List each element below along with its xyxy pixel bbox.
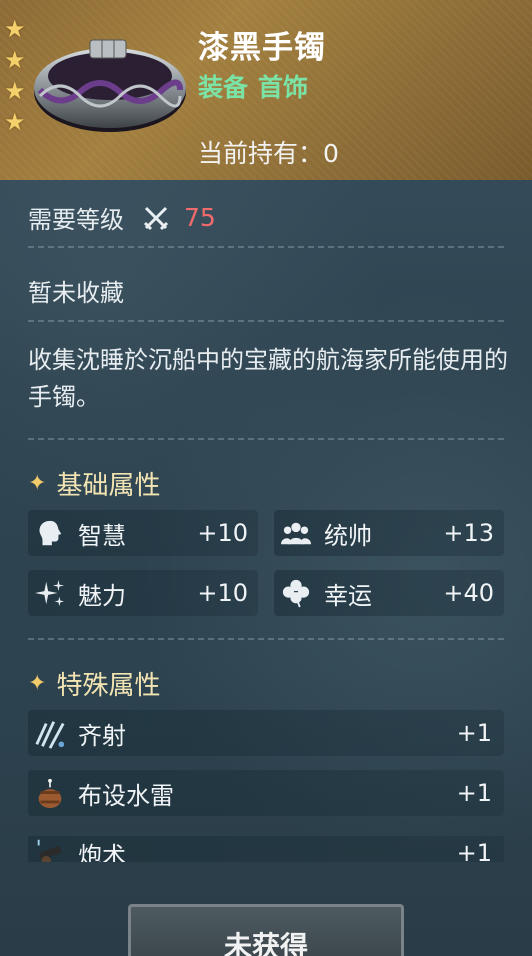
holding-count: 当前持有：0 xyxy=(198,134,339,170)
divider xyxy=(28,320,504,322)
item-category: 装备 首饰 xyxy=(198,68,318,104)
special-volley: 齐射 +1 xyxy=(28,710,504,756)
item-name: 漆黑手镯 xyxy=(198,30,326,66)
sparkle-icon: ✦ xyxy=(28,671,47,696)
required-level-row: 需要等级 75 xyxy=(28,200,216,235)
divider xyxy=(28,246,504,248)
collection-status: 暂未收藏 xyxy=(28,279,124,307)
crossed-swords-icon xyxy=(143,206,169,230)
mind-icon xyxy=(34,517,66,549)
sparkle-icon: ✦ xyxy=(28,471,47,496)
holding-value: 0 xyxy=(323,139,339,168)
holding-label: 当前持有： xyxy=(198,139,324,168)
item-header: ★ ★ ★ ★ 漆黑手镯 装备 首饰 当前持有：0 xyxy=(0,0,532,180)
stat-value: +10 xyxy=(197,519,248,547)
mine-barrel-icon xyxy=(32,775,68,811)
divider xyxy=(28,438,504,440)
stat-luck: 幸运 +40 xyxy=(274,570,504,616)
special-label: 炮术 xyxy=(78,841,126,863)
stat-wisdom: 智慧 +10 xyxy=(28,510,258,556)
special-value: +1 xyxy=(456,719,492,747)
special-label: 布设水雷 xyxy=(78,781,174,810)
base-attributes-label: 基础属性 xyxy=(56,471,161,501)
stat-label: 幸运 xyxy=(324,581,372,610)
required-level-value: 75 xyxy=(184,203,216,232)
category-subtype: 首饰 xyxy=(258,73,309,102)
stat-label: 智慧 xyxy=(78,521,126,550)
item-description: 收集沈睡於沉船中的宝藏的航海家所能使用的手镯。 xyxy=(28,346,508,411)
divider xyxy=(28,638,504,640)
special-gunnery: 炮术 +1 xyxy=(28,836,504,862)
special-value: +1 xyxy=(456,839,492,862)
special-value: +1 xyxy=(456,779,492,807)
scroll-clip: 炮术 +1 xyxy=(0,836,532,862)
stat-value: +13 xyxy=(443,519,494,547)
group-icon xyxy=(280,517,312,549)
sparkle-icon xyxy=(34,577,66,609)
volley-icon xyxy=(32,715,68,751)
clover-icon xyxy=(280,577,312,609)
special-label: 齐射 xyxy=(78,721,126,750)
stat-leadership: 统帅 +13 xyxy=(274,510,504,556)
stat-charm: 魅力 +10 xyxy=(28,570,258,616)
stat-label: 统帅 xyxy=(324,521,372,550)
stat-value: +40 xyxy=(443,579,494,607)
special-attributes-label: 特殊属性 xyxy=(56,671,161,701)
cannon-icon xyxy=(32,836,68,862)
required-level-label: 需要等级 xyxy=(28,206,124,234)
bracelet-image xyxy=(34,39,186,132)
special-attributes-title: ✦ 特殊属性 xyxy=(28,665,160,702)
special-lay-mines: 布设水雷 +1 xyxy=(28,770,504,816)
stat-label: 魅力 xyxy=(78,581,126,610)
base-attributes-title: ✦ 基础属性 xyxy=(28,465,160,502)
category-type: 装备 xyxy=(198,73,249,102)
not-obtained-button[interactable]: 未获得 xyxy=(128,904,404,956)
stat-value: +10 xyxy=(197,579,248,607)
